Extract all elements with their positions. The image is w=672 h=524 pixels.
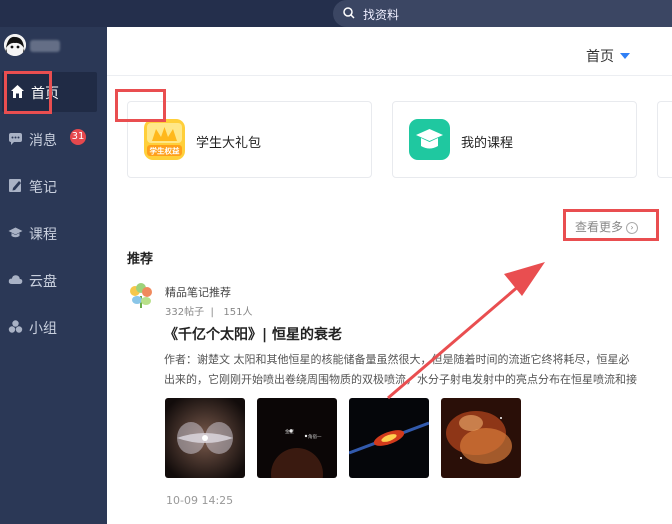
card-partial[interactable]: [657, 101, 672, 178]
card-label: 我的课程: [461, 136, 514, 151]
post-group-name[interactable]: 精品笔记推荐: [165, 284, 231, 300]
group-avatar[interactable]: [128, 283, 154, 309]
sidebar-item-messages[interactable]: 消息 31: [0, 119, 107, 159]
note-icon: [9, 179, 21, 192]
chevron-down-icon[interactable]: [620, 53, 630, 59]
sidebar-item-label: 云盘: [29, 274, 57, 290]
post-excerpt-line: 出来的，它刚刚开始喷出卷绕周围物质的双极喷流，水分子射电发射中的亮点分布在恒星喷…: [164, 373, 637, 386]
annotation-box-more: [563, 209, 659, 241]
sidebar-item-courses[interactable]: 课程: [0, 213, 107, 253]
card-label: 学生大礼包: [196, 136, 262, 151]
post-title[interactable]: 《千亿个太阳》| 恒星的衰老: [164, 324, 342, 344]
post-excerpt-line: 作者：谢楚文 太阳和其他恒星的核能储备量虽然很大，但是随着时间的流逝它终将耗尽，…: [164, 353, 630, 366]
gift-icon-text: 学生权益: [150, 146, 180, 156]
sidebar-item-label: 消息: [29, 133, 57, 149]
gift-icon: 学生权益: [144, 119, 185, 160]
posts-count: 332帖子: [165, 307, 205, 318]
sidebar-item-groups[interactable]: 小组: [0, 307, 107, 347]
section-title-recommend: 推荐: [127, 252, 154, 267]
post-excerpt[interactable]: 作者：谢楚文 太阳和其他恒星的核能储备量虽然很大，但是随着时间的流逝它终将耗尽，…: [164, 350, 672, 390]
post-image-3[interactable]: [349, 398, 429, 478]
annotation-box-home: [4, 71, 52, 114]
group-icon: [8, 320, 23, 333]
annotation-box-common: [115, 89, 166, 122]
sidebar-item-cloud[interactable]: 云盘: [0, 260, 107, 300]
top-bar: 找资料: [0, 0, 672, 27]
message-icon: [9, 133, 22, 145]
graduation-cap-icon: [409, 119, 450, 160]
thumb-label: 金星: [285, 428, 294, 435]
post-image-2[interactable]: 金星 角宿一: [257, 398, 337, 478]
sidebar-item-label: 小组: [29, 321, 57, 337]
cloud-icon: [8, 275, 23, 284]
members-count: 151人: [223, 307, 253, 318]
thumb-label: 角宿一: [308, 433, 322, 440]
search-box[interactable]: 找资料: [333, 0, 672, 27]
sidebar-item-label: 课程: [29, 227, 57, 243]
search-icon: [343, 7, 355, 19]
user-name-blurred: [30, 40, 60, 52]
post-meta: 332帖子 | 151人: [165, 307, 253, 318]
header-divider: [107, 75, 672, 76]
avatar[interactable]: [4, 34, 26, 56]
unread-badge: 31: [70, 129, 86, 145]
sidebar-item-label: 笔记: [29, 180, 57, 196]
sidebar-item-notes[interactable]: 笔记: [0, 166, 107, 206]
post-image-1[interactable]: [165, 398, 245, 478]
course-icon: [8, 227, 23, 238]
card-my-courses[interactable]: 我的课程: [392, 101, 637, 178]
post-image-4[interactable]: [441, 398, 521, 478]
post-timestamp: 10-09 14:25: [166, 494, 234, 507]
search-input[interactable]: 找资料: [363, 6, 399, 23]
header-nav-home[interactable]: 首页: [586, 46, 614, 66]
